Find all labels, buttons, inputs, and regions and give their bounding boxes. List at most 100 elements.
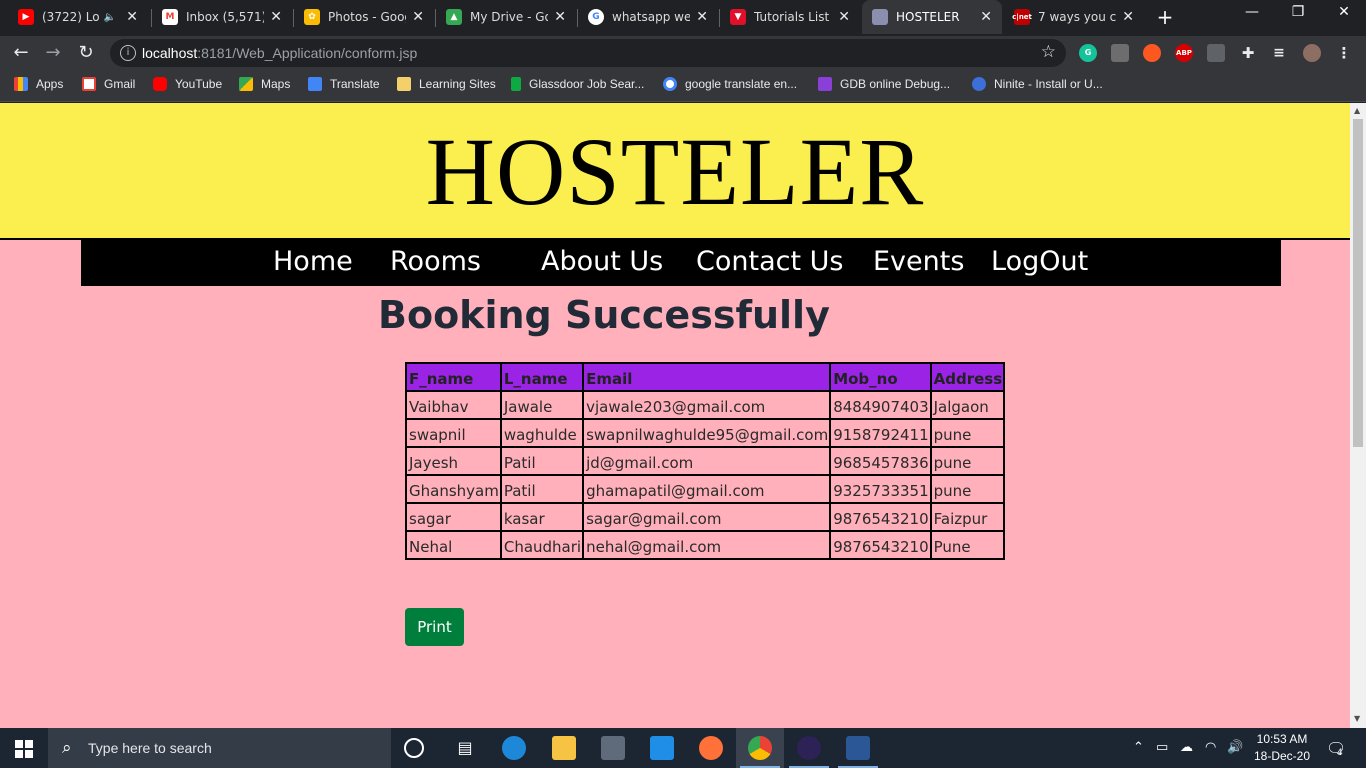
- tab-photos[interactable]: ✿ Photos - Goog ✕: [294, 0, 434, 34]
- ninite-icon: [972, 77, 986, 91]
- minimize-button[interactable]: —: [1237, 4, 1267, 20]
- taskbar-search[interactable]: ⌕ Type here to search: [48, 728, 391, 768]
- bookmark-learning-sites[interactable]: Learning Sites: [397, 77, 496, 91]
- tab-label: My Drive - Goo: [470, 10, 549, 24]
- tab-gmail[interactable]: M Inbox (5,571) - ✕: [152, 0, 292, 34]
- avatar[interactable]: [1303, 44, 1321, 62]
- word-icon[interactable]: [846, 736, 870, 760]
- nav-contact-us[interactable]: Contact Us: [696, 246, 843, 277]
- forward-icon[interactable]: →: [41, 41, 65, 65]
- table-cell: Nehal: [405, 530, 502, 560]
- bookmark-ninite[interactable]: Ninite - Install or U...: [972, 77, 1103, 91]
- apps-grid-icon: [14, 77, 28, 91]
- store-icon[interactable]: [601, 736, 625, 760]
- nav-home[interactable]: Home: [273, 246, 353, 277]
- volume-icon[interactable]: 🔊: [1227, 740, 1243, 755]
- table-cell: nehal@gmail.com: [582, 530, 832, 560]
- folder-icon: [397, 77, 411, 91]
- tab-youtube[interactable]: ▶ (3722) Lov 🔈 ✕: [8, 0, 148, 34]
- file-explorer-icon[interactable]: [552, 736, 576, 760]
- table-row: Nehal Chaudhari nehal@gmail.com 98765432…: [405, 530, 1006, 560]
- close-icon[interactable]: ✕: [980, 9, 992, 25]
- tab-whatsapp-search[interactable]: G whatsapp web ✕: [578, 0, 718, 34]
- adblock-plus-icon[interactable]: ABP: [1175, 44, 1193, 62]
- speaker-icon[interactable]: 🔈: [104, 12, 116, 23]
- close-window-button[interactable]: ✕: [1329, 4, 1359, 20]
- close-icon[interactable]: ✕: [270, 9, 282, 25]
- bookmark-maps[interactable]: Maps: [239, 77, 290, 91]
- bookmark-apps[interactable]: Apps: [14, 77, 63, 91]
- tab-cnet[interactable]: c|net 7 ways you ca ✕: [1004, 0, 1144, 34]
- restore-button[interactable]: ❐: [1283, 4, 1313, 20]
- maps-icon: [239, 77, 253, 91]
- tab-label: whatsapp web: [612, 10, 691, 24]
- puzzle-icon[interactable]: ✚: [1239, 44, 1257, 62]
- close-icon[interactable]: ✕: [412, 9, 424, 25]
- chevron-up-icon[interactable]: ⌃: [1133, 740, 1144, 755]
- edge-icon[interactable]: [502, 736, 526, 760]
- table-cell: Faizpur: [929, 502, 1006, 532]
- bookmark-label: YouTube: [175, 77, 223, 91]
- bookmark-translate[interactable]: Translate: [308, 77, 380, 91]
- bookmark-gmail[interactable]: Gmail: [82, 77, 135, 91]
- extension-icon[interactable]: [1111, 44, 1129, 62]
- battery-icon[interactable]: ▭: [1156, 740, 1168, 755]
- task-view-icon[interactable]: ▤: [453, 736, 477, 760]
- cast-icon[interactable]: [1207, 44, 1225, 62]
- tab-hosteler[interactable]: HOSTELER ✕: [862, 0, 1002, 34]
- google-icon: [663, 77, 677, 91]
- table-cell: sagar@gmail.com: [582, 502, 832, 532]
- eclipse-icon[interactable]: [797, 736, 821, 760]
- info-icon[interactable]: i: [120, 45, 136, 61]
- bookmark-star-icon[interactable]: ☆: [1041, 42, 1056, 62]
- new-tab-button[interactable]: +: [1154, 6, 1176, 28]
- wifi-icon[interactable]: ◠: [1205, 740, 1216, 755]
- close-icon[interactable]: ✕: [554, 9, 566, 25]
- nav-events[interactable]: Events: [873, 246, 964, 277]
- scroll-down-icon[interactable]: ▼: [1354, 714, 1360, 723]
- chrome-icon[interactable]: [748, 736, 772, 760]
- table-cell: sagar: [405, 502, 502, 532]
- google-icon: G: [588, 9, 604, 25]
- nav-logout[interactable]: LogOut: [991, 246, 1088, 277]
- close-icon[interactable]: ✕: [1122, 9, 1134, 25]
- address-bar[interactable]: i localhost:8181/Web_Application/conform…: [110, 39, 1066, 67]
- tab-drive[interactable]: ▲ My Drive - Goo ✕: [436, 0, 576, 34]
- table-cell: Chaudhari: [499, 530, 585, 560]
- windows-start-icon[interactable]: [0, 728, 48, 768]
- back-icon[interactable]: ←: [9, 41, 33, 65]
- cortana-icon[interactable]: [404, 738, 424, 758]
- bookmark-google-translate[interactable]: google translate en...: [663, 77, 797, 91]
- table-row: sagar kasar sagar@gmail.com 9876543210 F…: [405, 502, 1006, 532]
- translate-icon: [308, 77, 322, 91]
- scrollbar-thumb[interactable]: [1353, 119, 1363, 447]
- table-cell: 9158792411: [829, 418, 932, 448]
- grammarly-icon[interactable]: G: [1079, 44, 1097, 62]
- media-control-icon[interactable]: ≡: [1270, 44, 1288, 62]
- close-icon[interactable]: ✕: [838, 9, 850, 25]
- close-icon[interactable]: ✕: [126, 9, 138, 25]
- nav-about-us[interactable]: About Us: [541, 246, 663, 277]
- bookmark-glassdoor[interactable]: Glassdoor Job Sear...: [511, 77, 644, 91]
- site-header: HOSTELER: [0, 103, 1350, 240]
- bookmark-gdb[interactable]: GDB online Debug...: [818, 77, 950, 91]
- url-text: localhost:8181/Web_Application/conform.j…: [142, 45, 417, 61]
- bookmark-youtube[interactable]: YouTube: [153, 77, 222, 91]
- table-cell: Patil: [499, 474, 585, 504]
- print-button[interactable]: Print: [405, 608, 464, 646]
- page-scrollbar[interactable]: ▲ ▼: [1350, 103, 1366, 728]
- mail-icon[interactable]: [650, 736, 674, 760]
- menu-icon[interactable]: ⋮: [1335, 44, 1353, 62]
- system-clock[interactable]: 10:53 AM 18-Dec-20: [1246, 731, 1318, 765]
- onedrive-icon[interactable]: ☁: [1180, 740, 1193, 755]
- table-cell: ghamapatil@gmail.com: [582, 474, 832, 504]
- tab-tutorials[interactable]: ▼ Tutorials List - ✕: [720, 0, 860, 34]
- fire-icon[interactable]: [1143, 44, 1161, 62]
- close-icon[interactable]: ✕: [696, 9, 708, 25]
- bookmark-label: Learning Sites: [419, 77, 496, 91]
- reload-icon[interactable]: ↻: [74, 41, 98, 65]
- firefox-icon[interactable]: [699, 736, 723, 760]
- clock-time: 10:53 AM: [1256, 732, 1308, 746]
- nav-rooms[interactable]: Rooms: [390, 246, 481, 277]
- scroll-up-icon[interactable]: ▲: [1354, 106, 1360, 115]
